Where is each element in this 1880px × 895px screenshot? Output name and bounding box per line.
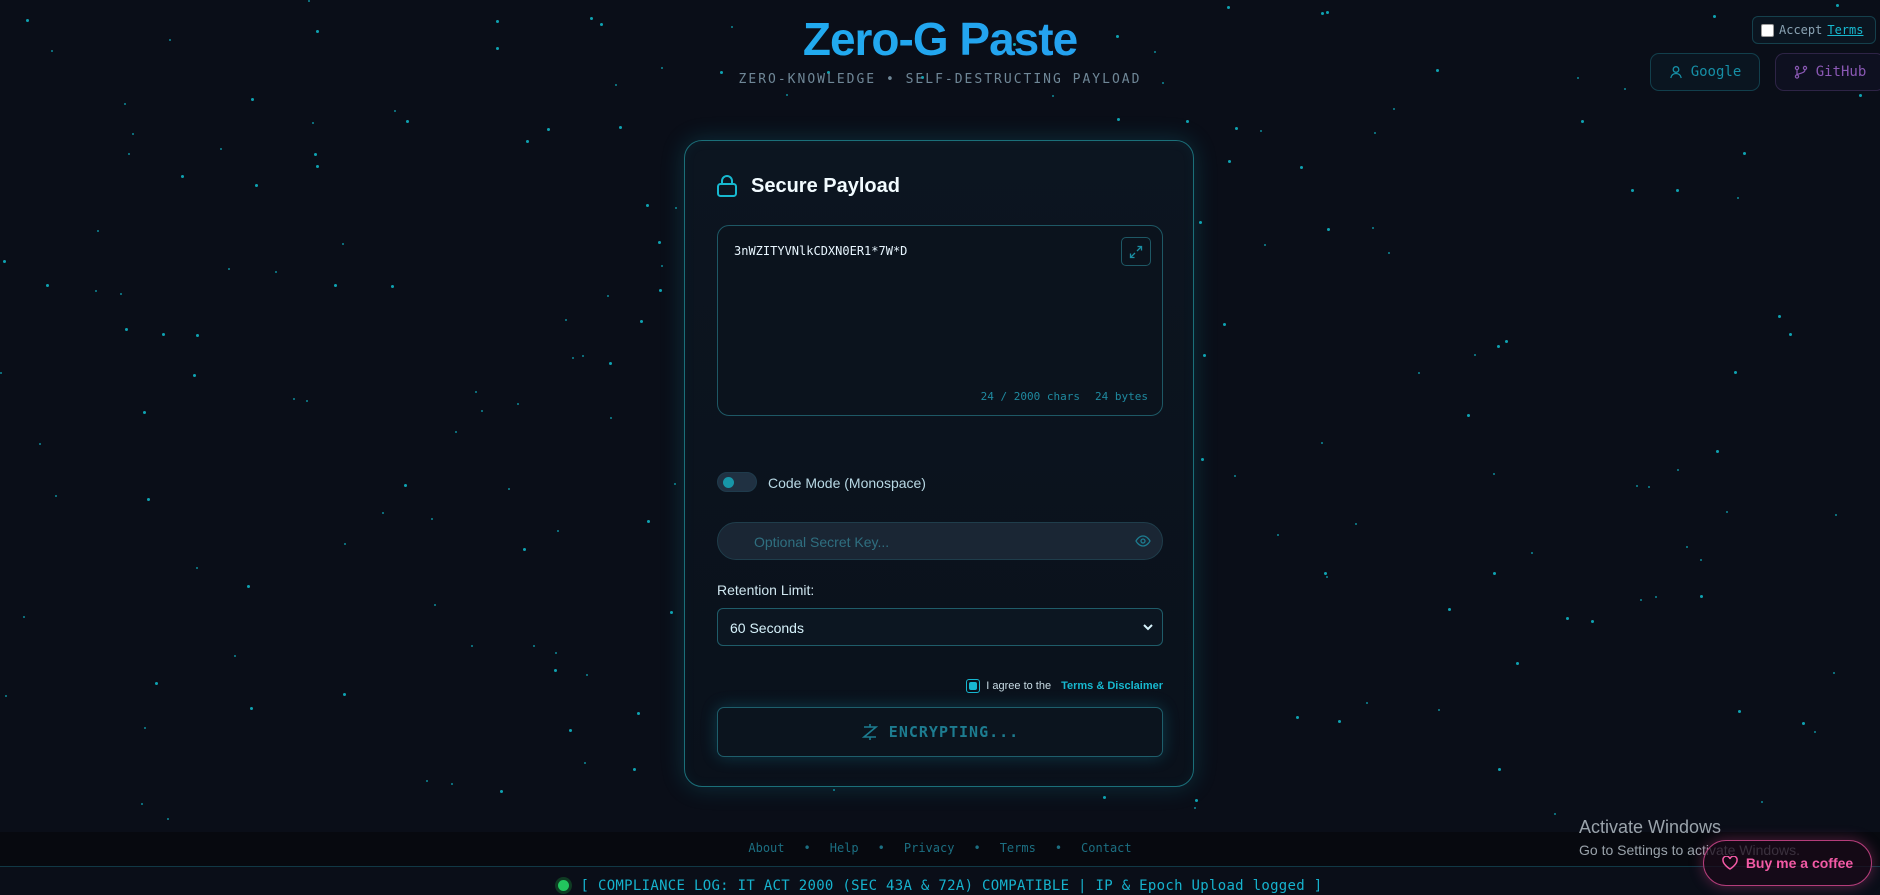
git-branch-icon xyxy=(1794,65,1807,79)
app-logo-title: Zero-G Paste xyxy=(0,12,1880,66)
footer-link-privacy[interactable]: Privacy xyxy=(904,841,955,855)
compliance-text: [ COMPLIANCE LOG: IT ACT 2000 (SEC 43A &… xyxy=(580,878,1323,894)
secret-key-placeholder: Optional Secret Key... xyxy=(754,534,890,550)
footer-link-about[interactable]: About xyxy=(748,841,784,855)
retention-value: 60 Seconds xyxy=(730,620,804,636)
toggle-knob xyxy=(723,477,734,488)
encrypt-button[interactable]: ENCRYPTING... xyxy=(717,707,1163,757)
retention-label: Retention Limit: xyxy=(717,582,815,598)
char-count: 24 / 2000 chars xyxy=(980,390,1081,403)
footer-separator: • xyxy=(973,841,981,855)
footer-separator: • xyxy=(803,841,811,855)
footer-separator: • xyxy=(877,841,885,855)
chevron-down-icon xyxy=(1143,624,1153,631)
lock-icon xyxy=(717,175,737,197)
terms-disclaimer-link[interactable]: Terms & Disclaimer xyxy=(1061,680,1163,692)
terms-link[interactable]: Terms xyxy=(1827,23,1863,37)
github-label: GitHub xyxy=(1815,64,1867,80)
agree-text: I agree to the xyxy=(986,680,1052,692)
secure-payload-card: Secure Payload 3nWZITYVNlkCDXN0ER1*7W*D … xyxy=(684,140,1194,787)
secret-key-input[interactable]: Optional Secret Key... xyxy=(717,522,1163,560)
payload-counter: 24 / 2000 chars 24 bytes xyxy=(981,390,1148,403)
payload-textarea[interactable]: 3nWZITYVNlkCDXN0ER1*7W*D 24 / 2000 chars… xyxy=(717,225,1163,416)
coffee-label: Buy me a coffee xyxy=(1745,855,1854,871)
footer-separator: • xyxy=(1054,841,1063,855)
agree-terms-row[interactable]: I agree to the Terms & Disclaimer xyxy=(966,679,1163,693)
byte-count: 24 bytes xyxy=(1095,390,1148,403)
buy-coffee-button[interactable]: Buy me a coffee xyxy=(1703,840,1872,886)
checkbox-box[interactable] xyxy=(1761,23,1774,37)
expand-icon xyxy=(1129,245,1143,258)
retention-select[interactable]: 60 Seconds xyxy=(717,608,1163,646)
google-label: Google xyxy=(1690,64,1742,80)
footer-link-terms[interactable]: Terms xyxy=(1000,841,1036,855)
footer-link-contact[interactable]: Contact xyxy=(1081,841,1132,855)
accept-terms-checkbox[interactable]: Accept Terms xyxy=(1752,16,1876,44)
payload-text[interactable]: 3nWZITYVNlkCDXN0ER1*7W*D xyxy=(734,244,907,258)
user-icon xyxy=(1669,66,1682,79)
google-login-button[interactable]: Google xyxy=(1650,53,1760,91)
footer-link-help[interactable]: Help xyxy=(830,841,859,855)
loading-spinner-icon xyxy=(861,724,879,740)
eye-icon[interactable] xyxy=(1135,534,1151,548)
app-subtitle: ZERO-KNOWLEDGE • SELF-DESTRUCTING PAYLOA… xyxy=(738,72,1142,87)
encrypt-label: ENCRYPTING... xyxy=(888,723,1020,741)
activate-title: Activate Windows xyxy=(1579,817,1722,837)
expand-button[interactable] xyxy=(1121,237,1151,266)
code-mode-toggle[interactable] xyxy=(717,472,757,492)
agree-checkbox[interactable] xyxy=(966,679,981,693)
heart-icon xyxy=(1722,856,1738,870)
code-mode-label: Code Mode (Monospace) xyxy=(768,475,926,491)
compliance-log: [ COMPLIANCE LOG: IT ACT 2000 (SEC 43A &… xyxy=(0,878,1880,894)
status-indicator-icon xyxy=(557,879,569,891)
github-login-button[interactable]: GitHub xyxy=(1775,53,1880,91)
accept-label: Accept xyxy=(1779,23,1823,37)
card-title: Secure Payload xyxy=(751,175,900,197)
